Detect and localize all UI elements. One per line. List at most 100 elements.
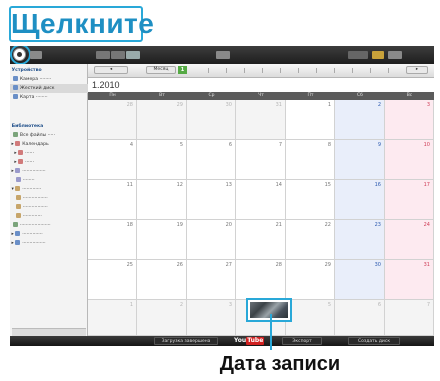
calendar-day-cell[interactable]: 18 [88,220,137,260]
day-number: 3 [426,102,430,108]
calendar-day-cell[interactable]: 13 [187,180,236,220]
calendar-day-cell[interactable]: 15 [286,180,335,220]
export-button[interactable]: Экспорт [282,337,322,345]
day-number: 6 [377,302,381,308]
youtube-logo[interactable]: YouTube [234,337,265,345]
view-button-1[interactable] [96,51,110,59]
calendar-day-cell[interactable]: 10 [385,140,434,180]
calendar-day-cell[interactable]: 7 [385,300,434,336]
calendar-day-cell[interactable]: 5 [137,140,187,180]
calendar-day-cell[interactable]: 29 [137,100,187,140]
calendar-day-cell[interactable]: 28 [88,100,137,140]
calendar-day-cell[interactable]: 22 [286,220,335,260]
calendar-day-cell[interactable]: 23 [335,220,385,260]
sidebar-item[interactable]: ▸ ······ [10,149,88,158]
calendar-day-cell[interactable]: 5 [286,300,335,336]
sidebar-item[interactable]: ········ [10,176,88,185]
sidebar-item[interactable]: ▸ ·············· [10,230,88,239]
sidebar-scrollbar[interactable] [12,328,86,336]
calendar-day-cell[interactable]: 24 [385,220,434,260]
sidebar-item[interactable]: ····················· [10,221,88,230]
folder-icon[interactable] [372,51,384,59]
next-button[interactable]: ▸ [406,66,428,74]
calendar-day-cell[interactable]: 11 [88,180,137,220]
day-number: 27 [225,262,232,268]
recorded-video-thumbnail[interactable] [246,298,292,322]
sidebar-heading-devices: Устройство [10,68,42,73]
sidebar-item[interactable]: ▸ Календарь [10,140,88,149]
calendar-day-cell[interactable]: 16 [335,180,385,220]
sidebar-item[interactable]: ············· [10,212,88,221]
calendar-day-cell[interactable]: 8 [286,140,335,180]
toolbar-small-button[interactable] [30,51,42,59]
view-button-2[interactable] [111,51,125,59]
day-number: 29 [176,102,183,108]
calendar-day-cell[interactable]: 17 [385,180,434,220]
prev-button[interactable]: ◂ [94,66,128,74]
calendar-toolbar: ◂ Месяц 1 ▸ [88,64,434,78]
day-number: 31 [275,102,282,108]
sidebar-item[interactable]: ▸ ················ [10,239,88,248]
day-number: 25 [126,262,133,268]
calendar-day-cell[interactable]: 2 [137,300,187,336]
calendar-day-cell[interactable]: 19 [137,220,187,260]
day-number: 7 [426,302,430,308]
day-number: 6 [228,142,232,148]
day-number: 10 [423,142,430,148]
view-button-3[interactable] [126,51,140,59]
video-thumbnail-image [250,302,288,318]
calendar-day-cell[interactable]: 25 [88,260,137,300]
calendar-day-cell[interactable]: 27 [187,260,236,300]
calendar-day-cell[interactable]: 12 [137,180,187,220]
right-tool-button[interactable] [388,51,402,59]
sidebar-item[interactable]: ················· [10,203,88,212]
calendar-day-cell[interactable]: 1 [286,100,335,140]
calendar-day-cell[interactable]: 1 [88,300,137,336]
day-number: 14 [275,182,282,188]
calendar-day-cell[interactable]: 9 [335,140,385,180]
calendar-day-cell[interactable]: 6 [335,300,385,336]
playlist-icon [15,213,21,218]
sidebar-item[interactable]: ▸ ······ [10,158,88,167]
calendar-day-cell[interactable]: 3 [187,300,236,336]
calendar-day-cell[interactable]: 14 [236,180,286,220]
device-icon [12,94,18,99]
calendar-day-cell[interactable]: 28 [236,260,286,300]
calendar-day-cell[interactable]: 31 [385,260,434,300]
sidebar-item-selected[interactable]: Жесткий диск [10,84,88,93]
sidebar-item[interactable]: Карта ········ [10,93,88,102]
create-disc-button[interactable]: Создать диск [348,337,400,345]
sidebar-heading-library: Библиотека [10,124,44,129]
calendar-day-cell[interactable]: 2 [335,100,385,140]
calendar-day-cell[interactable]: 20 [187,220,236,260]
calendar-day-cell[interactable]: 4 [88,140,137,180]
day-number: 5 [179,142,183,148]
weekday-label: Чт [258,93,264,98]
day-number: 30 [225,102,232,108]
month-view-label[interactable]: Месяц [146,66,176,74]
calendar-day-cell[interactable]: 6 [187,140,236,180]
sidebar-item[interactable]: ▸ ················ [10,167,88,176]
sidebar-item[interactable]: Камера ········ [10,75,88,84]
sidebar-item[interactable]: Все файлы ····· [10,131,88,140]
day-number: 2 [377,102,381,108]
calendar-day-cell[interactable]: 26 [137,260,187,300]
upload-icon [15,240,21,245]
calendar-day-cell[interactable]: 3 [385,100,434,140]
calendar-title: 1.2010 [92,80,120,90]
playlist-icon [15,186,21,191]
day-number: 13 [225,182,232,188]
sidebar-item[interactable]: ················· [10,194,88,203]
center-control[interactable] [216,51,230,59]
month-badge[interactable]: 1 [178,66,187,74]
calendar-day-cell[interactable]: 30 [187,100,236,140]
calendar-day-cell[interactable]: 29 [286,260,335,300]
day-number: 18 [126,222,133,228]
calendar-day-cell[interactable]: 7 [236,140,286,180]
calendar-day-cell[interactable]: 21 [236,220,286,260]
sidebar-item[interactable]: ▾ ············· [10,185,88,194]
calendar-day-cell[interactable]: 30 [335,260,385,300]
upload-complete-button[interactable]: Загрузка завершена [154,337,218,345]
day-number: 1 [129,302,133,308]
calendar-day-cell[interactable]: 31 [236,100,286,140]
